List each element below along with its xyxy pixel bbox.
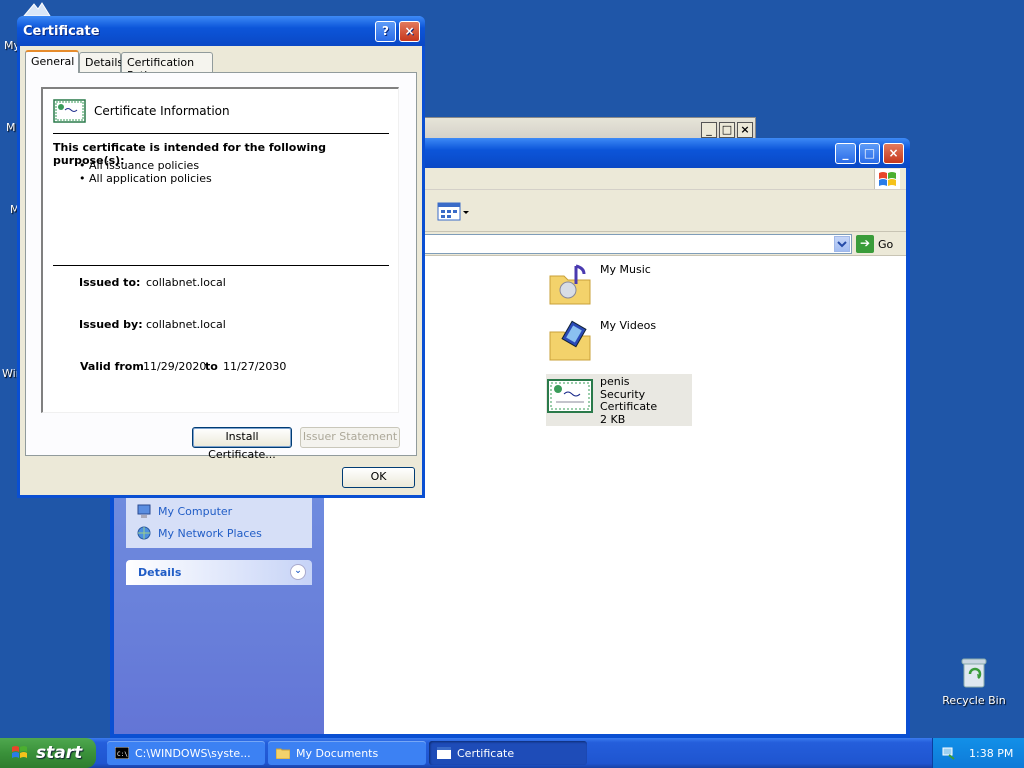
tab-general[interactable]: General	[25, 50, 79, 73]
divider	[53, 133, 389, 134]
close-button[interactable]: ×	[399, 21, 420, 42]
dialog-titlebar[interactable]: Certificate ? ×	[17, 16, 425, 46]
certificate-info-box: Certificate Information This certificate…	[41, 87, 399, 413]
certificate-file-icon	[547, 379, 593, 413]
file-size: 2 KB	[600, 412, 626, 426]
taskbar-item-my-documents[interactable]: My Documents	[268, 741, 426, 765]
windows-flag-icon	[12, 746, 27, 758]
system-tray: 1:38 PM	[932, 738, 1024, 768]
network-tray-icon[interactable]	[941, 745, 957, 761]
tab-details[interactable]: Details	[79, 52, 123, 72]
folder-icon	[276, 748, 290, 759]
views-button[interactable]	[436, 200, 470, 224]
maximize-button[interactable]: □	[719, 122, 735, 138]
purpose-item: • All application policies	[79, 172, 212, 185]
computer-icon	[137, 504, 151, 518]
issued-by-label: Issued by:	[79, 318, 143, 331]
address-dropdown-button[interactable]	[834, 236, 850, 252]
valid-to-value: 11/27/2030	[223, 360, 287, 373]
valid-from-value: 11/29/2020	[143, 360, 207, 373]
taskbar-item-certificate[interactable]: Certificate	[429, 741, 587, 765]
network-icon	[137, 526, 151, 540]
purpose-item: • All issuance policies	[79, 159, 200, 172]
maximize-button[interactable]: □	[859, 143, 880, 164]
help-button[interactable]: ?	[375, 21, 396, 42]
recycle-bin-icon	[959, 656, 989, 688]
close-button[interactable]: ×	[883, 143, 904, 164]
console-icon: C:\	[115, 747, 129, 759]
issuer-statement-button[interactable]: Issuer Statement	[300, 427, 400, 448]
file-item-my-music[interactable]: My Music	[546, 262, 651, 308]
windows-flag-icon	[874, 169, 900, 189]
go-arrow-icon: ➔	[856, 235, 874, 253]
clock[interactable]: 1:38 PM	[969, 747, 1013, 760]
start-button[interactable]: start	[0, 738, 96, 768]
file-name: penis	[600, 375, 630, 388]
issued-to-value: collabnet.local	[146, 276, 226, 289]
general-tab-panel: Certificate Information This certificate…	[25, 72, 417, 461]
dialog-title: Certificate	[23, 24, 100, 39]
file-type: Security Certificate	[600, 387, 658, 413]
file-name: My Videos	[600, 319, 657, 332]
issued-by-value: collabnet.local	[146, 318, 226, 331]
expand-chevron-icon[interactable]: ⌄	[290, 564, 306, 580]
recycle-bin-shortcut[interactable]: Recycle Bin	[938, 656, 1010, 707]
go-button[interactable]: ➔ Go	[856, 234, 902, 254]
taskbar: start C:\ C:\WINDOWS\syste... My Documen…	[0, 738, 1024, 768]
desktop-icon-label[interactable]: M	[6, 121, 16, 134]
go-label: Go	[878, 237, 894, 251]
other-places-box: My Computer My Network Places	[126, 496, 312, 548]
music-folder-icon	[549, 264, 591, 305]
valid-to-label: to	[205, 360, 218, 373]
certificate-info-header: Certificate Information	[53, 99, 230, 123]
certificate-dialog: Certificate ? × General Details Certific…	[17, 16, 425, 498]
chevron-down-icon	[837, 241, 847, 248]
file-item-certificate[interactable]: penis Security Certificate 2 KB	[546, 374, 692, 426]
file-item-my-videos[interactable]: My Videos	[546, 318, 656, 364]
valid-from-label: Valid from	[80, 360, 144, 373]
taskbar-item-cmd[interactable]: C:\ C:\WINDOWS\syste...	[107, 741, 265, 765]
views-icon	[437, 202, 469, 221]
details-panel-header[interactable]: Details ⌄	[126, 560, 312, 585]
ok-button[interactable]: OK	[342, 467, 415, 488]
svg-text:C:\: C:\	[117, 751, 128, 758]
minimize-button[interactable]: _	[835, 143, 856, 164]
file-name: My Music	[600, 263, 651, 276]
video-folder-icon	[549, 320, 591, 361]
task-link-my-network-places[interactable]: My Network Places	[126, 522, 312, 544]
minimize-button[interactable]: _	[701, 122, 717, 138]
task-link-my-computer[interactable]: My Computer	[126, 500, 312, 522]
window-icon	[437, 747, 451, 759]
start-label: start	[36, 743, 83, 763]
install-certificate-button[interactable]: Install Certificate...	[192, 427, 292, 461]
divider	[53, 265, 389, 266]
address-input[interactable]	[414, 234, 852, 254]
recycle-bin-label: Recycle Bin	[942, 694, 1006, 707]
issued-to-label: Issued to:	[79, 276, 141, 289]
close-button[interactable]: ×	[737, 122, 753, 138]
tab-certification-path[interactable]: Certification Path	[121, 52, 213, 82]
certificate-icon	[53, 99, 86, 123]
